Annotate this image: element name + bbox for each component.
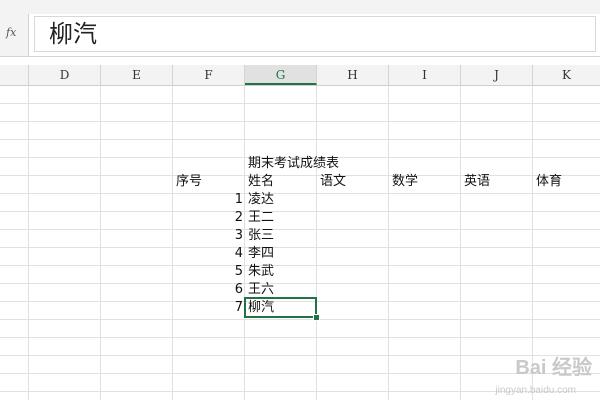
row-number-cell[interactable]: 1	[173, 191, 243, 209]
header-cell-no[interactable]: 序号	[176, 173, 202, 191]
column-header-j[interactable]: J	[461, 65, 533, 85]
gridline	[460, 86, 461, 400]
gridline	[100, 86, 101, 400]
row-col-corner[interactable]	[0, 65, 29, 85]
column-header-k[interactable]: K	[533, 65, 600, 85]
formula-input[interactable]: 柳汽	[34, 16, 596, 52]
formula-bar: fx 柳汽	[0, 14, 600, 57]
header-cell-chinese[interactable]: 语文	[320, 173, 346, 191]
student-name-cell[interactable]: 张三	[248, 227, 274, 245]
column-header-h[interactable]: H	[317, 65, 389, 85]
cell-grid[interactable]	[0, 86, 600, 400]
gridline	[28, 86, 29, 400]
fill-handle[interactable]	[313, 314, 320, 321]
row-number-cell[interactable]: 3	[173, 227, 243, 245]
student-name-cell[interactable]: 凌达	[248, 191, 274, 209]
row-number-cell[interactable]: 7	[173, 299, 243, 317]
fx-icon: fx	[6, 26, 17, 39]
spacer	[0, 57, 600, 65]
active-cell-border[interactable]	[244, 297, 317, 318]
gridline	[316, 86, 317, 400]
row-number-cell[interactable]: 6	[173, 281, 243, 299]
row-number-cell[interactable]: 5	[173, 263, 243, 281]
column-header-row: D E F G H I J K	[0, 65, 600, 86]
column-header-i[interactable]: I	[389, 65, 461, 85]
gridline	[388, 86, 389, 400]
row-number-cell[interactable]: 4	[173, 245, 243, 263]
header-cell-name[interactable]: 姓名	[248, 173, 274, 191]
column-header-d[interactable]: D	[29, 65, 101, 85]
watermark-logo: Bai 经验	[515, 357, 592, 379]
student-name-cell[interactable]: 李四	[248, 245, 274, 263]
gridline	[244, 86, 245, 400]
student-name-cell[interactable]: 王二	[248, 209, 274, 227]
table-title-cell[interactable]: 期末考试成绩表	[248, 155, 339, 173]
student-name-cell[interactable]: 朱武	[248, 263, 274, 281]
insert-function-button[interactable]: fx	[0, 14, 29, 56]
header-cell-pe[interactable]: 体育	[536, 173, 562, 191]
header-cell-english[interactable]: 英语	[464, 173, 490, 191]
watermark-url: jingyan.baidu.com	[495, 385, 576, 396]
column-header-g[interactable]: G	[245, 65, 317, 85]
header-cell-math[interactable]: 数学	[392, 173, 418, 191]
row-number-cell[interactable]: 2	[173, 209, 243, 227]
title-strip	[0, 0, 600, 14]
column-header-f[interactable]: F	[173, 65, 245, 85]
column-header-e[interactable]: E	[101, 65, 173, 85]
